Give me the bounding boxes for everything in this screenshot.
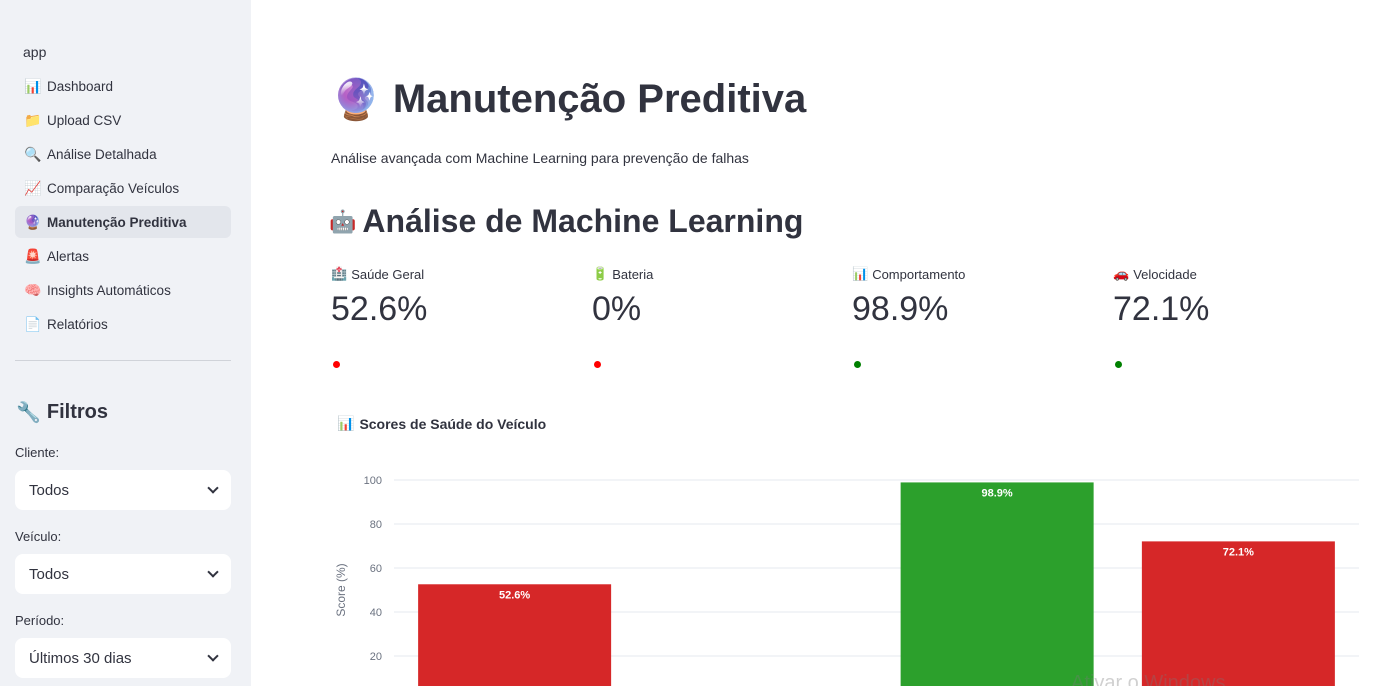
sidebar-item-relat-rios[interactable]: 📄 Relatórios xyxy=(15,308,231,340)
robot-icon: 🤖 xyxy=(329,208,357,234)
status-dot xyxy=(333,361,340,368)
chevron-down-icon xyxy=(207,566,219,578)
section-heading: 🤖 Análise de Machine Learning xyxy=(329,203,803,240)
sidebar-item-upload-csv[interactable]: 📁 Upload CSV xyxy=(15,104,231,136)
veiculo-label: Veículo: xyxy=(15,529,62,544)
status-dot xyxy=(1115,361,1122,368)
sidebar-item-an-lise-detalhada[interactable]: 🔍 Análise Detalhada xyxy=(15,138,231,170)
status-dot xyxy=(854,361,861,368)
filters-heading: 🔧 Filtros xyxy=(16,400,108,425)
siren-icon: 🚨 xyxy=(24,247,42,264)
bar-data-label: 52.6% xyxy=(499,589,530,601)
trend-chart-icon: 📈 xyxy=(24,179,42,196)
sidebar-item-label: Dashboard xyxy=(47,78,114,94)
folder-icon: 📁 xyxy=(24,111,42,128)
section-title: Análise de Machine Learning xyxy=(362,203,804,239)
metric-label: 🏥 Saúde Geral xyxy=(331,266,581,282)
brain-icon: 🧠 xyxy=(24,281,42,298)
bar-chart-icon: 📊 xyxy=(24,77,42,94)
sidebar-item-label: Insights Automáticos xyxy=(47,282,171,298)
metric-label-text: Saúde Geral xyxy=(351,266,425,282)
crystal-ball-icon: 🔮 xyxy=(331,78,381,122)
periodo-select-value: Últimos 30 dias xyxy=(29,649,132,667)
metric-label: 🚗 Velocidade xyxy=(1113,266,1363,282)
document-icon: 📄 xyxy=(24,315,42,332)
y-tick-label: 100 xyxy=(364,475,382,487)
y-tick-label: 80 xyxy=(370,519,382,531)
chart-title: 📊 Scores de Saúde do Veículo xyxy=(337,415,546,432)
health-scores-chart[interactable]: 20 40 60 80 100 Score (%) 52.6% 98.9% 72.1% xyxy=(329,460,1369,686)
sidebar-item-alertas[interactable]: 🚨 Alertas xyxy=(15,240,231,272)
sidebar-item-label: Alertas xyxy=(47,248,90,264)
metric-label-text: Comportamento xyxy=(872,266,966,282)
sidebar-item-dashboard[interactable]: 📊 Dashboard xyxy=(15,70,231,102)
hospital-icon: 🏥 xyxy=(331,266,348,281)
page-title: 🔮 Manutenção Preditiva xyxy=(331,76,806,123)
cliente-select[interactable]: Todos xyxy=(15,470,231,510)
sidebar-item-insights-autom-ticos[interactable]: 🧠 Insights Automáticos xyxy=(15,274,231,306)
car-icon: 🚗 xyxy=(1113,266,1130,281)
y-axis-label: Score (%) xyxy=(334,563,348,616)
y-tick-label: 60 xyxy=(370,563,382,575)
bar-velocidade[interactable] xyxy=(1141,541,1335,686)
sidebar-item-label: Manutenção Preditiva xyxy=(47,214,187,230)
periodo-label: Período: xyxy=(15,613,65,628)
sidebar-nav: 📊 Dashboard 📁 Upload CSV 🔍 Análise Detalhada 📈… xyxy=(15,70,231,342)
metric-card: 🚗 Velocidade 72.1% xyxy=(1113,266,1363,368)
sidebar-item-compara-o-ve-culos[interactable]: 📈 Comparação Veículos xyxy=(15,172,231,204)
metric-label-text: Bateria xyxy=(612,266,654,282)
battery-icon: 🔋 xyxy=(592,266,609,281)
sidebar: app 📊 Dashboard 📁 Upload CSV 🔍 Análise Detalh… xyxy=(0,0,251,686)
metric-value: 72.1% xyxy=(1113,290,1210,328)
crystal-ball-icon: 🔮 xyxy=(24,213,42,230)
cliente-label: Cliente: xyxy=(15,445,60,460)
veiculo-select-value: Todos xyxy=(29,565,70,583)
sidebar-item-label: Comparação Veículos xyxy=(47,180,180,196)
metric-value: 0% xyxy=(592,290,642,328)
sidebar-item-manuten-o-preditiva[interactable]: 🔮 Manutenção Preditiva xyxy=(15,206,231,238)
metric-label: 📊 Comportamento xyxy=(852,266,1102,282)
metric-card: 🔋 Bateria 0% xyxy=(592,266,842,368)
bar-data-label: 72.1% xyxy=(1223,546,1254,558)
bar-data-label: 98.9% xyxy=(982,487,1013,499)
sidebar-divider xyxy=(15,360,231,361)
metric-card: 🏥 Saúde Geral 52.6% xyxy=(331,266,581,368)
y-tick-label: 20 xyxy=(370,651,382,663)
sidebar-item-label: Relatórios xyxy=(47,316,108,332)
metric-value: 52.6% xyxy=(331,290,428,328)
filters-title: Filtros xyxy=(46,401,109,423)
metric-card: 📊 Comportamento 98.9% xyxy=(852,266,1102,368)
windows-activation-watermark: Ativar o Windows xyxy=(1071,672,1226,686)
metric-label: 🔋 Bateria xyxy=(592,266,842,282)
veiculo-select[interactable]: Todos xyxy=(15,554,231,594)
status-dot xyxy=(594,361,601,368)
page-title-text: Manutenção Preditiva xyxy=(392,77,807,121)
chevron-down-icon xyxy=(207,650,219,662)
magnifier-icon: 🔍 xyxy=(24,145,42,162)
y-tick-label: 40 xyxy=(370,607,382,619)
bar-chart-icon: 📊 xyxy=(337,415,355,431)
bar-chart-icon: 📊 xyxy=(852,266,869,281)
page-subtitle: Análise avançada com Machine Learning pa… xyxy=(331,150,749,166)
metric-value: 98.9% xyxy=(852,290,949,328)
bar-comportamento[interactable] xyxy=(900,482,1094,686)
chart-title-text: Scores de Saúde do Veículo xyxy=(359,415,547,432)
sidebar-item-label: Análise Detalhada xyxy=(47,146,157,162)
sidebar-item-label: Upload CSV xyxy=(47,112,122,128)
periodo-select[interactable]: Últimos 30 dias xyxy=(15,638,231,678)
chevron-down-icon xyxy=(207,482,219,494)
app-label[interactable]: app xyxy=(23,44,46,60)
wrench-icon: 🔧 xyxy=(16,402,41,424)
metric-label-text: Velocidade xyxy=(1133,266,1197,282)
cliente-select-value: Todos xyxy=(29,481,70,499)
main-content: 🔮 Manutenção Preditiva Análise avançada … xyxy=(251,0,1397,686)
